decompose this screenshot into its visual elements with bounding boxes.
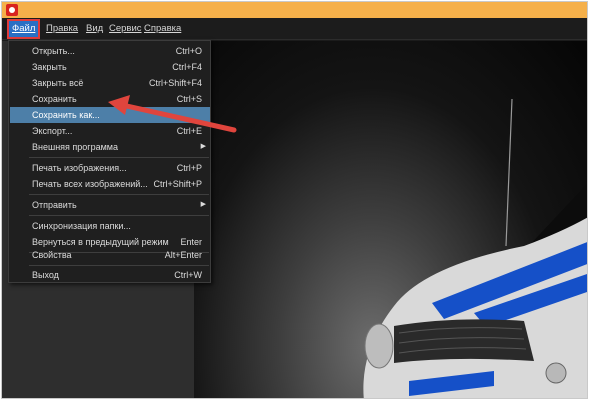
annotation-arrow (108, 95, 237, 133)
app-window: Файл Правка Вид Сервис Справка Открыть..… (1, 1, 588, 399)
